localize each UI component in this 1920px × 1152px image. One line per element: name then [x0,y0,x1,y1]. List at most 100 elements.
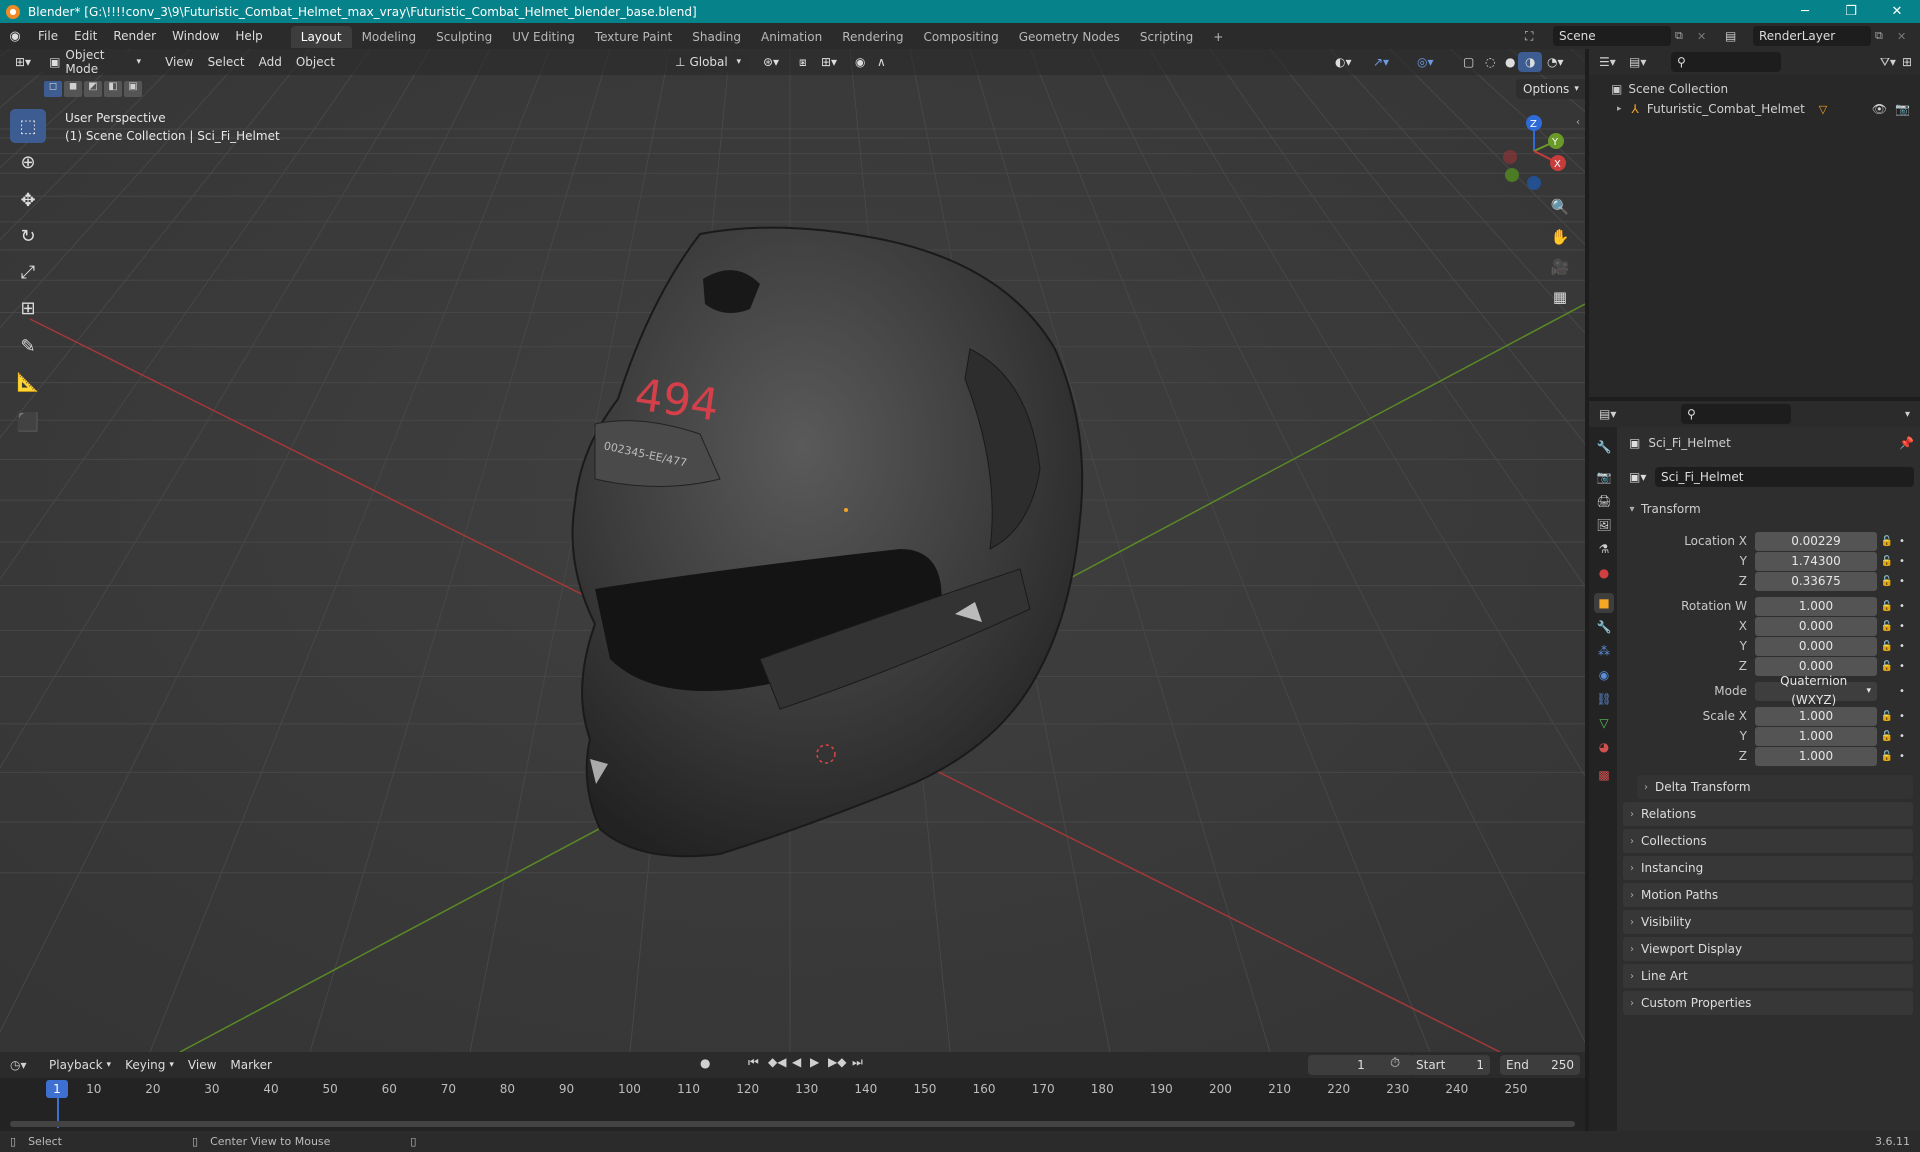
rendered-shading-icon[interactable]: ◔▾ [1540,52,1571,72]
lock-icon[interactable]: 🔓 [1877,576,1897,587]
location-y-field[interactable]: 1.74300 [1755,551,1877,571]
navigation-gizmo[interactable]: Z Y X [1490,111,1570,191]
keyframe-dot-icon[interactable]: • [1897,686,1907,697]
timeline-ruler[interactable]: 10 20 30 40 50 60 70 80 90 100 110 120 130 140 150 160 1… [0,1080,1585,1100]
material-shading-icon[interactable]: ◑ [1518,52,1543,72]
play-icon[interactable]: ▶ [810,1055,819,1069]
eye-icon[interactable]: 👁 [1872,102,1887,116]
delete-scene-icon[interactable]: ✕ [1697,30,1715,43]
tab-sculpting[interactable]: Sculpting [426,26,502,48]
delta-transform-panel[interactable]: › Delta Transform [1637,775,1913,799]
measure-tool-icon[interactable]: 📐 [10,365,46,399]
overlay-icon[interactable]: ◎▾ [1410,52,1441,72]
pan-hand-icon[interactable]: ✋ [1546,223,1574,251]
custom-properties-panel[interactable]: › Custom Properties [1623,991,1913,1015]
tab-texture-paint[interactable]: Texture Paint [585,26,682,48]
rotation-mode-dropdown[interactable]: Quaternion (WXYZ) ▾ [1755,674,1877,707]
lock-icon[interactable]: 🔓 [1877,536,1897,547]
outliner-search-input[interactable]: ⚲ [1671,52,1781,72]
editor-type-icon[interactable]: ⊞▾ [8,52,38,72]
delete-layer-icon[interactable]: ✕ [1897,30,1915,43]
move-tool-icon[interactable]: ✥ [10,183,46,217]
render-layer-icon[interactable]: ▤ [1725,29,1749,43]
keyframe-dot-icon[interactable]: • [1897,601,1907,612]
mesh-data-icon[interactable]: ▽ [1819,103,1827,116]
scene-icon[interactable]: ⛶ [1525,29,1549,44]
filter-icon[interactable]: ⛛▾ [1880,55,1896,70]
viewport-display-panel[interactable]: › Viewport Display [1623,937,1913,961]
tab-modeling[interactable]: Modeling [352,26,427,48]
collections-panel[interactable]: › Collections [1623,829,1913,853]
keyframe-dot-icon[interactable]: • [1897,556,1907,567]
line-art-panel[interactable]: › Line Art [1623,964,1913,988]
outliner-scene-collection[interactable]: ▣ Scene Collection [1611,79,1728,99]
menu-window[interactable]: Window [164,23,227,49]
play-reverse-icon[interactable]: ◀ [792,1055,801,1069]
restore-icon[interactable]: ❐ [1828,0,1874,23]
annotate-tool-icon[interactable]: ✎ [10,329,46,363]
keyframe-dot-icon[interactable]: • [1897,661,1907,672]
stopwatch-icon[interactable]: ⏱ [1390,1056,1400,1071]
jump-end-icon[interactable]: ⏭ [852,1055,863,1070]
blender-menu-icon[interactable]: ◉ [0,29,30,44]
motion-paths-panel[interactable]: › Motion Paths [1623,883,1913,907]
next-keyframe-icon[interactable]: ▶◆ [828,1055,846,1069]
rotation-x-field[interactable]: 0.000 [1755,616,1877,636]
menu-help[interactable]: Help [227,23,270,49]
location-x-field[interactable]: 0.00229 [1755,531,1877,551]
lock-icon[interactable]: 🔓 [1877,731,1897,742]
select-extend-icon[interactable]: ◼ [64,81,82,97]
select-new-icon[interactable]: ◻ [44,81,62,97]
ortho-grid-icon[interactable]: ▦ [1546,283,1574,311]
scale-z-field[interactable]: 1.000 [1755,746,1877,766]
zoom-icon[interactable]: 🔍 [1546,193,1574,221]
location-z-field[interactable]: 0.33675 [1755,571,1877,591]
instancing-panel[interactable]: › Instancing [1623,856,1913,880]
scale-x-field[interactable]: 1.000 [1755,706,1877,726]
lock-icon[interactable]: 🔓 [1877,621,1897,632]
select-subtract-icon[interactable]: ◩ [84,81,102,97]
menu-keying[interactable]: Keying ▾ [118,1055,181,1075]
select-intersect-icon[interactable]: ▣ [124,81,142,97]
start-frame-field[interactable]: Start 1 [1410,1055,1490,1075]
sidebar-toggle-icon[interactable]: ‹ [1576,117,1580,128]
add-cube-tool-icon[interactable]: ⬛ [10,405,46,439]
relations-panel[interactable]: › Relations [1623,802,1913,826]
timeline-editor-icon[interactable]: ◷▾ [10,1058,42,1072]
timeline-scrollbar[interactable] [10,1121,1575,1127]
new-scene-icon[interactable]: ⧉ [1675,29,1693,43]
menu-playback[interactable]: Playback ▾ [42,1055,118,1075]
record-icon[interactable]: ● [700,1056,710,1070]
lock-icon[interactable]: 🔓 [1877,556,1897,567]
menu-marker[interactable]: Marker [223,1055,278,1075]
tab-scripting[interactable]: Scripting [1130,26,1203,48]
menu-file[interactable]: File [30,23,66,49]
new-layer-icon[interactable]: ⧉ [1875,29,1893,43]
add-workspace-icon[interactable]: + [1203,26,1233,48]
keyframe-dot-icon[interactable]: • [1897,641,1907,652]
lock-icon[interactable]: 🔓 [1877,641,1897,652]
scale-tool-icon[interactable]: ⤢ [10,255,46,289]
snap-target-icon[interactable]: ⊞▾ [814,52,844,72]
minimize-icon[interactable]: ─ [1782,0,1828,23]
visibility-icon[interactable]: ◐▾ [1328,52,1359,72]
lock-icon[interactable]: 🔓 [1877,601,1897,612]
tab-geometry-nodes[interactable]: Geometry Nodes [1009,26,1130,48]
outliner-editor-icon[interactable]: ☰▾ [1599,55,1629,69]
menu-timeline-view[interactable]: View [181,1055,223,1075]
lock-icon[interactable]: 🔓 [1877,711,1897,722]
camera-render-icon[interactable]: 📷 [1895,102,1910,116]
new-collection-icon[interactable]: ⊞ [1902,55,1912,69]
scene-field[interactable]: Scene [1553,26,1671,46]
keyframe-dot-icon[interactable]: • [1897,536,1907,547]
mode-dropdown[interactable]: ▣ Object Mode ▾ [42,49,149,76]
keyframe-dot-icon[interactable]: • [1897,731,1907,742]
scale-y-field[interactable]: 1.000 [1755,726,1877,746]
keyframe-dot-icon[interactable]: • [1897,711,1907,722]
tab-uv-editing[interactable]: UV Editing [502,26,585,48]
menu-object[interactable]: Object [289,52,342,72]
3d-viewport[interactable]: 494 002345-EE/477 ⊞▾ ▣ Object Mode ▾ Vie… [0,49,1585,1052]
keyframe-dot-icon[interactable]: • [1897,576,1907,587]
rotation-y-field[interactable]: 0.000 [1755,636,1877,656]
close-icon[interactable]: ✕ [1874,0,1920,23]
